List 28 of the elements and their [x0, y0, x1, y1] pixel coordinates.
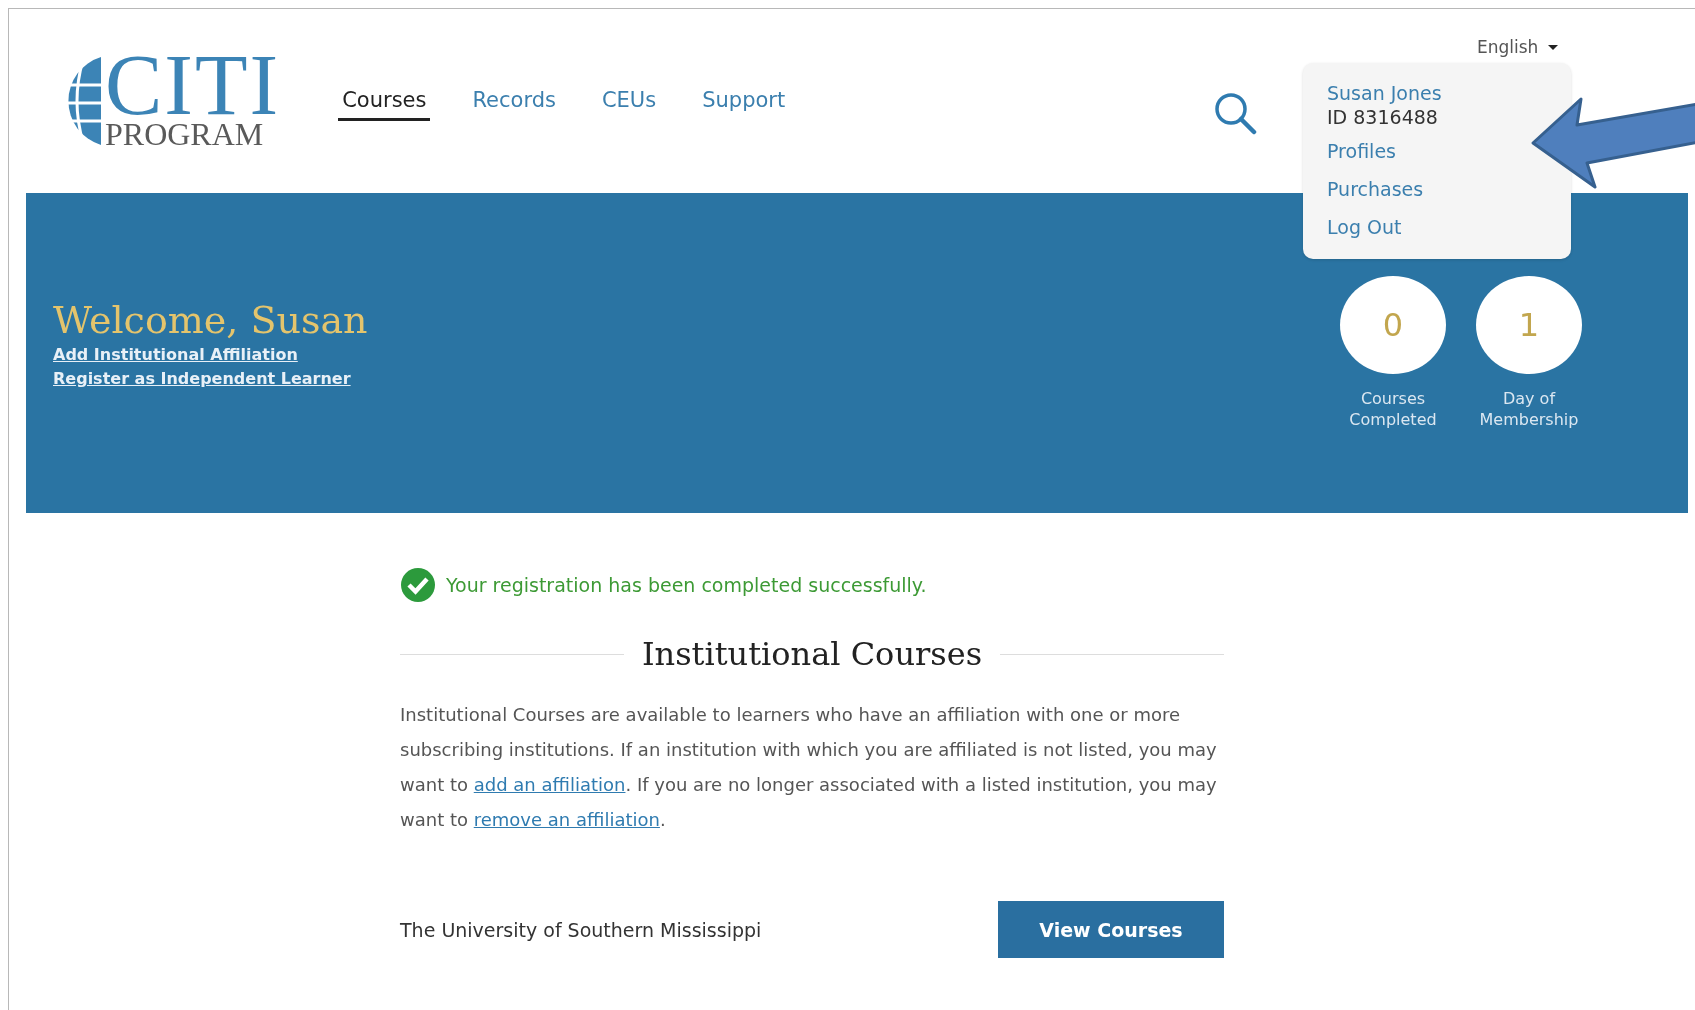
menu-item[interactable]: Profiles: [1327, 139, 1396, 163]
stat-circle: 1: [1476, 276, 1582, 374]
nav-tab[interactable]: CEUs: [597, 83, 661, 121]
language-dropdown[interactable]: English: [1477, 37, 1559, 57]
banner-link[interactable]: Register as Independent Learner: [53, 367, 351, 391]
user-name: Susan Jones: [1327, 81, 1443, 105]
user-id: ID 8316488: [1327, 105, 1439, 129]
search-icon[interactable]: [1213, 91, 1257, 135]
stat-label: Courses Completed: [1348, 388, 1438, 430]
section-description: Institutional Courses are available to learners who have an affiliation with one or more subscribing institutions. If an institution with which you are affiliated is not listed, you may want to add an affiliation. If you are no longer associated with a listed institution, you may want to remove an affiliation.: [400, 703, 1218, 832]
menu-item[interactable]: Purchases: [1327, 177, 1424, 201]
nav-tab[interactable]: Records: [468, 83, 560, 121]
alert-message: Your registration has been completed successfully.: [446, 574, 927, 596]
affiliation-link[interactable]: remove an affiliation: [473, 809, 660, 830]
menu-item[interactable]: Log Out: [1327, 215, 1402, 239]
affiliation-link[interactable]: add an affiliation: [473, 774, 626, 795]
nav-tab[interactable]: Courses: [338, 83, 431, 121]
nav-tab[interactable]: Support: [698, 83, 790, 121]
check-icon: [400, 567, 436, 603]
view-courses-button[interactable]: View Courses: [998, 901, 1224, 958]
section-heading: Institutional Courses: [641, 635, 983, 673]
banner-link[interactable]: Add Institutional Affiliation: [53, 343, 298, 367]
logo-subtitle: PROGRAM: [105, 119, 265, 149]
institution-name: The University of Southern Mississippi: [400, 918, 762, 941]
stat-circle: 0: [1340, 276, 1446, 374]
stat-label: Day of Membership: [1478, 388, 1580, 430]
logo-title: CITI: [105, 53, 281, 117]
welcome-heading: Welcome, Susan: [53, 297, 368, 343]
